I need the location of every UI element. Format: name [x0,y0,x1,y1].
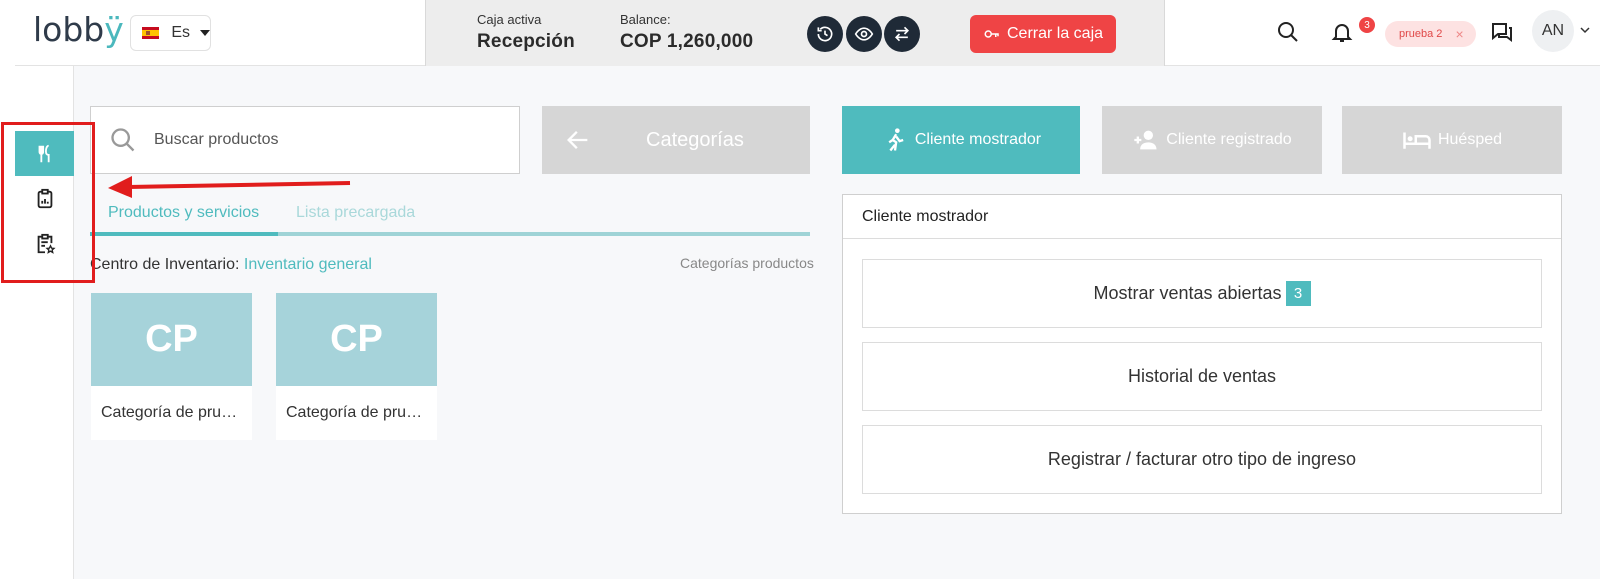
annotation-highlight-box [1,122,95,283]
active-cash-info: Caja activa Recepción [477,12,575,53]
notifications-button[interactable] [1329,19,1355,45]
product-search-input[interactable] [154,131,454,149]
active-cash-value: Recepción [477,31,575,52]
active-cash-label: Caja activa [477,12,542,27]
language-selector[interactable]: Es [130,15,211,51]
sales-history-button[interactable]: Historial de ventas [862,342,1542,411]
show-open-sales-button[interactable]: Mostrar ventas abiertas 3 [862,259,1542,328]
arrow-left-icon [567,131,588,149]
messages-button[interactable] [1489,19,1515,45]
transfer-arrows-icon [894,26,910,42]
logo-text: lobb [33,10,105,49]
tab-products-services[interactable]: Productos y servicios [108,204,259,222]
language-label: Es [171,24,190,41]
history-button[interactable] [807,16,843,52]
register-other-income-label: Registrar / facturar otro tipo de ingres… [1047,449,1357,469]
category-thumbnail: CP [91,293,252,386]
inventory-link[interactable]: Inventario general [244,256,372,273]
product-categories-link[interactable]: Categorías productos [680,255,814,271]
close-cash-label: Cerrar la caja [1006,25,1104,42]
tab-preloaded-list[interactable]: Lista precargada [296,204,415,222]
register-other-income-button[interactable]: Registrar / facturar otro tipo de ingres… [862,425,1542,494]
walking-person-icon [888,128,904,152]
categories-button[interactable]: Categorías [542,106,810,174]
active-tab-indicator [90,232,278,236]
top-header: lobbÿ Es Caja activa Recepción Balance: … [15,0,1600,66]
annotation-arrow-icon [108,176,351,198]
registered-client-button[interactable]: Cliente registrado [1102,106,1322,174]
registered-client-label: Cliente registrado [1166,131,1292,148]
category-thumbnail: CP [276,293,437,386]
counter-client-label: Cliente mostrador [914,131,1042,148]
client-panel-title: Cliente mostrador [843,195,1561,239]
caret-down-icon [200,30,210,36]
counter-client-button[interactable]: Cliente mostrador [842,106,1080,174]
category-card[interactable]: CP Categoría de prueba [276,293,437,440]
notification-count-badge: 3 [1359,17,1375,33]
product-tabs: Productos y servicios Lista precargada [90,198,810,236]
property-chip-label: prueba 2 [1399,28,1443,40]
category-name: Categoría de prueba [101,404,248,421]
key-icon [984,30,999,38]
bed-icon [1403,132,1431,149]
eye-icon [854,27,874,41]
bell-icon [1331,24,1353,42]
chevron-down-icon[interactable] [1579,24,1591,36]
search-icon [111,128,135,152]
add-user-icon [1134,130,1157,150]
open-sales-count-badge: 3 [1285,281,1311,306]
category-name: Categoría de prueba [286,404,433,421]
view-button[interactable] [846,16,882,52]
active-cash-panel: Caja activa Recepción Balance: COP 1,260… [425,0,1165,66]
inventory-center: Centro de Inventario: Inventario general [90,256,372,274]
chip-close-icon[interactable]: × [1455,26,1463,42]
spain-flag-icon [142,27,160,39]
logo-accent: ÿ [104,10,124,49]
inventory-label: Centro de Inventario: [90,256,240,273]
property-chip[interactable]: prueba 2 × [1385,21,1476,47]
categories-button-label: Categorías [646,128,744,151]
search-icon [1278,22,1298,42]
user-avatar[interactable]: AN [1532,10,1574,52]
search-button[interactable] [1275,19,1301,45]
show-open-sales-label: Mostrar ventas abiertas [1093,283,1282,303]
category-card[interactable]: CP Categoría de prueba [91,293,252,440]
history-icon [817,26,833,42]
product-search[interactable] [90,106,520,174]
balance-info: Balance: COP 1,260,000 [620,12,753,53]
sales-history-label: Historial de ventas [1127,366,1277,386]
guest-button[interactable]: Huésped [1342,106,1562,174]
transfer-button[interactable] [884,16,920,52]
guest-label: Huésped [1437,131,1503,148]
lobby-logo[interactable]: lobbÿ [33,10,124,49]
close-cash-button[interactable]: Cerrar la caja [970,15,1116,53]
chat-icon [1492,23,1512,42]
balance-value: COP 1,260,000 [620,31,754,52]
client-panel: Cliente mostrador Mostrar ventas abierta… [842,194,1562,514]
balance-label: Balance: [620,12,671,27]
